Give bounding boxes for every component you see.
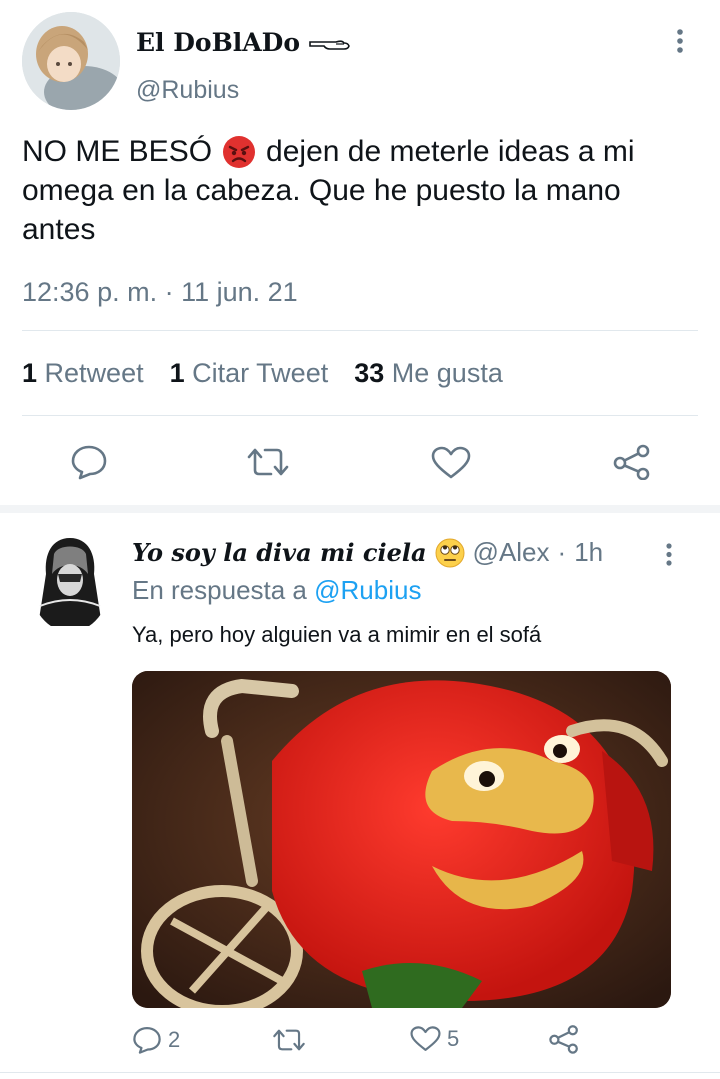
- retweet-icon[interactable]: [272, 1027, 306, 1053]
- reply-replies-count: 2: [168, 1027, 181, 1052]
- reply-header: Yo soy la diva mi ciela @Alex · 1h: [132, 537, 603, 568]
- angry-face-emoji: [222, 135, 256, 169]
- share-icon[interactable]: [612, 444, 652, 480]
- reply-media-image[interactable]: [132, 671, 671, 1008]
- divider: [22, 415, 698, 416]
- more-options-icon[interactable]: [672, 28, 688, 56]
- reply-display-name[interactable]: Yo soy la diva mi ciela: [132, 538, 427, 567]
- like-icon: [410, 1025, 441, 1053]
- reply-author-avatar[interactable]: [30, 534, 110, 632]
- tweet-stats: 1 Retweet 1 Citar Tweet 33 Me gusta: [22, 358, 503, 389]
- tweet-timestamp[interactable]: 12:36 p. m. · 11 jun. 21: [22, 277, 298, 308]
- reply-action-like[interactable]: 5: [410, 1025, 459, 1053]
- author-avatar[interactable]: [22, 12, 120, 110]
- reply-text: Ya, pero hoy alguien va a mimir en el so…: [132, 622, 542, 647]
- reply-icon[interactable]: [70, 444, 108, 480]
- likes-label: Me gusta: [391, 358, 503, 388]
- author-handle[interactable]: @Rubius: [136, 76, 239, 105]
- in-reply-to: En respuesta a @Rubius: [132, 575, 421, 606]
- section-separator: [0, 505, 720, 513]
- tweet-text-line1: NO ME BESÓ: [22, 135, 213, 168]
- divider: [0, 1072, 720, 1073]
- retweet-icon[interactable]: [246, 446, 290, 478]
- reply-likes-count: 5: [447, 1026, 460, 1051]
- like-icon[interactable]: [431, 446, 471, 480]
- retweets-label: Retweet: [44, 358, 144, 388]
- retweets-count: 1: [22, 358, 38, 388]
- author-display-name[interactable]: El DoBlADo: [136, 28, 300, 57]
- quotes-label: Citar Tweet: [192, 358, 329, 388]
- reply-handle[interactable]: @Alex: [473, 537, 550, 568]
- divider: [22, 330, 698, 331]
- reply-separator: ·: [557, 537, 567, 567]
- in-reply-prefix: En respuesta a: [132, 575, 307, 605]
- retweets-stat[interactable]: 1 Retweet: [22, 358, 144, 389]
- quotes-count: 1: [169, 358, 185, 388]
- tweet-text: NO ME BESÓ dejen de meterle ideas a mi o…: [22, 132, 712, 249]
- reply-icon: [132, 1025, 162, 1055]
- tweet-text-line2: omega en la cabeza. Que he puesto la man…: [22, 174, 621, 207]
- pointing-hand-icon: [308, 34, 352, 52]
- rolling-eyes-emoji: [435, 538, 465, 568]
- quotes-stat[interactable]: 1 Citar Tweet: [170, 358, 329, 389]
- tweet-text-line1-rest: dejen de meterle ideas a mi: [266, 135, 635, 168]
- likes-stat[interactable]: 33 Me gusta: [354, 358, 503, 389]
- share-icon[interactable]: [548, 1024, 580, 1054]
- tweet-text-line3: antes: [22, 213, 96, 246]
- reply-time: 1h: [574, 537, 604, 567]
- reply-action-reply[interactable]: 2: [132, 1025, 180, 1055]
- in-reply-handle-link[interactable]: @Rubius: [314, 575, 421, 605]
- likes-count: 33: [354, 358, 385, 388]
- reply-more-options-icon[interactable]: [662, 542, 676, 568]
